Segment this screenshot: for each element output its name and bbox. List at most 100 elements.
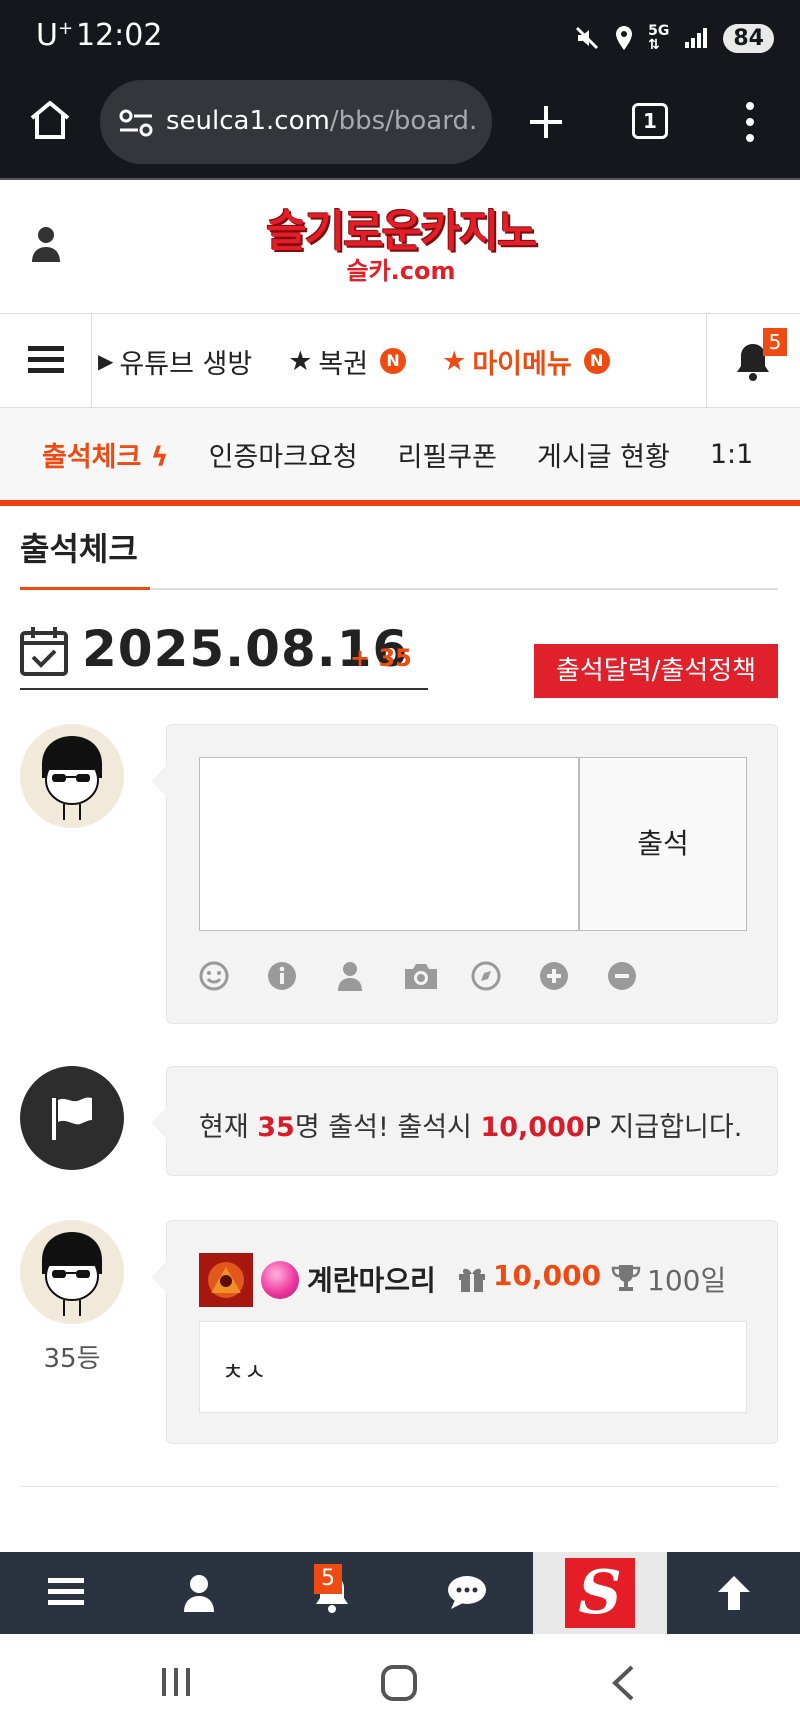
attendance-input-card: 출석: [151, 724, 778, 1024]
subnav-cert-mark[interactable]: 인증마크요청: [209, 435, 358, 474]
entry-message-box: ㅊㅅ: [199, 1321, 747, 1413]
bottom-menu-button[interactable]: [0, 1552, 133, 1634]
avatar-character: [42, 736, 102, 820]
scroll-top-button[interactable]: [667, 1552, 800, 1634]
sub-nav: 출석체크 ϟ 인증마크요청 리필쿠폰 게시글 현황 1:1: [0, 408, 800, 506]
logo-sub-text: 슬카.com: [346, 257, 456, 285]
nav-item-label: 복권: [318, 348, 369, 380]
logo-main-text: 슬기로운카지노: [266, 206, 537, 257]
date-extra: + 35: [350, 644, 412, 672]
play-icon: ▶: [98, 349, 114, 373]
nav-item-label: 마이메뉴: [472, 348, 572, 380]
smile-icon[interactable]: [199, 961, 229, 991]
browser-toolbar: seulca1.com/bbs/board.pl 1: [0, 74, 800, 180]
back-icon[interactable]: [610, 1664, 636, 1702]
calendar-check-icon: [20, 627, 68, 676]
carrier: U+: [36, 18, 74, 53]
subnav-post-status[interactable]: 게시글 현황: [537, 435, 670, 474]
user-icon[interactable]: [30, 226, 62, 262]
site-logo[interactable]: 슬기로운카지노 슬카.com: [246, 206, 556, 292]
member-nickname[interactable]: 계란마으리: [307, 1259, 436, 1299]
bottom-chat-button[interactable]: [399, 1552, 532, 1634]
arrow-up-icon: [718, 1576, 750, 1610]
battery-indicator: 84: [723, 23, 774, 53]
avatar[interactable]: [20, 1220, 124, 1324]
date-row: 2025.08.16 + 35: [20, 618, 428, 690]
location-icon: [616, 26, 633, 50]
bottom-site-logo[interactable]: S: [533, 1552, 667, 1634]
plus-circle-icon[interactable]: [539, 961, 569, 991]
nav-item-mymenu[interactable]: ★ 마이메뉴 N: [442, 342, 610, 381]
mute-icon: [576, 26, 599, 50]
signal-icon: [685, 28, 708, 48]
minus-circle-icon[interactable]: [607, 961, 637, 991]
entry-points: 10,000: [493, 1259, 602, 1292]
main-nav-items: ▶ 유튜브 생방 ★ 복권 N ★ 마이메뉴 N: [78, 314, 692, 408]
new-tab-icon[interactable]: [528, 104, 564, 140]
hamburger-icon: [48, 1578, 84, 1605]
main-nav: ▶ 유튜브 생방 ★ 복권 N ★ 마이메뉴 N 5: [0, 314, 800, 408]
site-logo-letter: S: [565, 1558, 635, 1628]
camera-icon[interactable]: [403, 961, 437, 991]
system-nav-bar: [0, 1634, 800, 1734]
info-icon[interactable]: [267, 961, 297, 991]
site-header: 슬기로운카지노 슬카.com: [0, 182, 800, 314]
star-icon: ★: [288, 345, 313, 377]
attendance-entry-card: 계란마으리 10,000 100일 ㅊㅅ: [151, 1220, 778, 1444]
entry-message: ㅊㅅ: [222, 1358, 267, 1386]
address-bar[interactable]: seulca1.com/bbs/board.pl: [100, 80, 492, 164]
chat-bubble-icon: [448, 1576, 486, 1609]
tab-switcher-button[interactable]: 1: [632, 103, 668, 139]
compass-icon[interactable]: [471, 961, 501, 991]
user-icon: [184, 1575, 214, 1612]
nav-item-youtube[interactable]: ▶ 유튜브 생방: [98, 342, 252, 381]
gem-icon: [261, 1261, 299, 1299]
home-icon[interactable]: [28, 98, 72, 142]
content-divider: [20, 1486, 778, 1487]
bottom-app-bar: 5 S: [0, 1552, 800, 1634]
avatar: [20, 724, 124, 828]
subnav-label: 출석체크: [42, 441, 142, 473]
notification-badge: 5: [763, 328, 787, 356]
status-icons: 5G ⇅ 84: [574, 18, 774, 58]
level-badge-icon: [199, 1253, 253, 1307]
recent-apps-icon[interactable]: [158, 1664, 194, 1700]
flag-avatar: [20, 1066, 124, 1170]
trophy-icon: [611, 1265, 641, 1291]
page-title: 출석체크: [20, 530, 138, 568]
status-bar: U+ 12:02 5G ⇅ 84: [0, 0, 800, 74]
attendance-calendar-button[interactable]: 출석달력/출석정책: [534, 644, 778, 698]
new-badge: N: [583, 348, 610, 374]
url-text: seulca1.com/bbs/board.pl: [166, 106, 476, 136]
flag-icon: [52, 1097, 92, 1140]
attendance-rank: 35등: [43, 1344, 101, 1374]
gift-icon: [459, 1268, 485, 1292]
avatar-character: [42, 1232, 102, 1316]
nav-item-label: 유튜브 생방: [119, 348, 253, 380]
bottom-profile-button[interactable]: [133, 1552, 266, 1634]
user-icon[interactable]: [335, 961, 365, 991]
nav-item-lottery[interactable]: ★ 복권 N: [288, 342, 407, 381]
clock: 12:02: [76, 18, 163, 53]
subnav-one-on-one[interactable]: 1:1: [710, 439, 753, 470]
attendance-comment-input[interactable]: [199, 757, 579, 931]
subnav-attendance[interactable]: 출석체크 ϟ: [42, 435, 169, 474]
attendance-info-card: 현재 35명 출석! 출석시 10,000P 지급합니다.: [151, 1066, 778, 1176]
bottom-notification-badge: 5: [314, 1564, 342, 1594]
attendance-info-text: 현재 35명 출석! 출석시 10,000P 지급합니다.: [199, 1112, 743, 1143]
network-type: 5G ⇅: [648, 23, 670, 53]
attendee-count: 35: [257, 1112, 295, 1143]
subnav-refill-coupon[interactable]: 리필쿠폰: [398, 435, 497, 474]
hamburger-icon: [28, 346, 64, 373]
input-toolbar: [199, 961, 637, 991]
notification-button[interactable]: 5: [706, 314, 800, 408]
star-icon: ★: [442, 345, 467, 377]
reward-points: 10,000: [480, 1112, 585, 1143]
more-options-icon[interactable]: [742, 100, 758, 144]
system-home-icon[interactable]: [380, 1664, 418, 1702]
lightning-icon: ϟ: [150, 441, 169, 473]
site-settings-icon[interactable]: [118, 108, 154, 138]
new-badge: N: [380, 348, 407, 374]
attendance-submit-button[interactable]: 출석: [579, 757, 747, 931]
attendance-streak: 100일: [647, 1264, 727, 1297]
